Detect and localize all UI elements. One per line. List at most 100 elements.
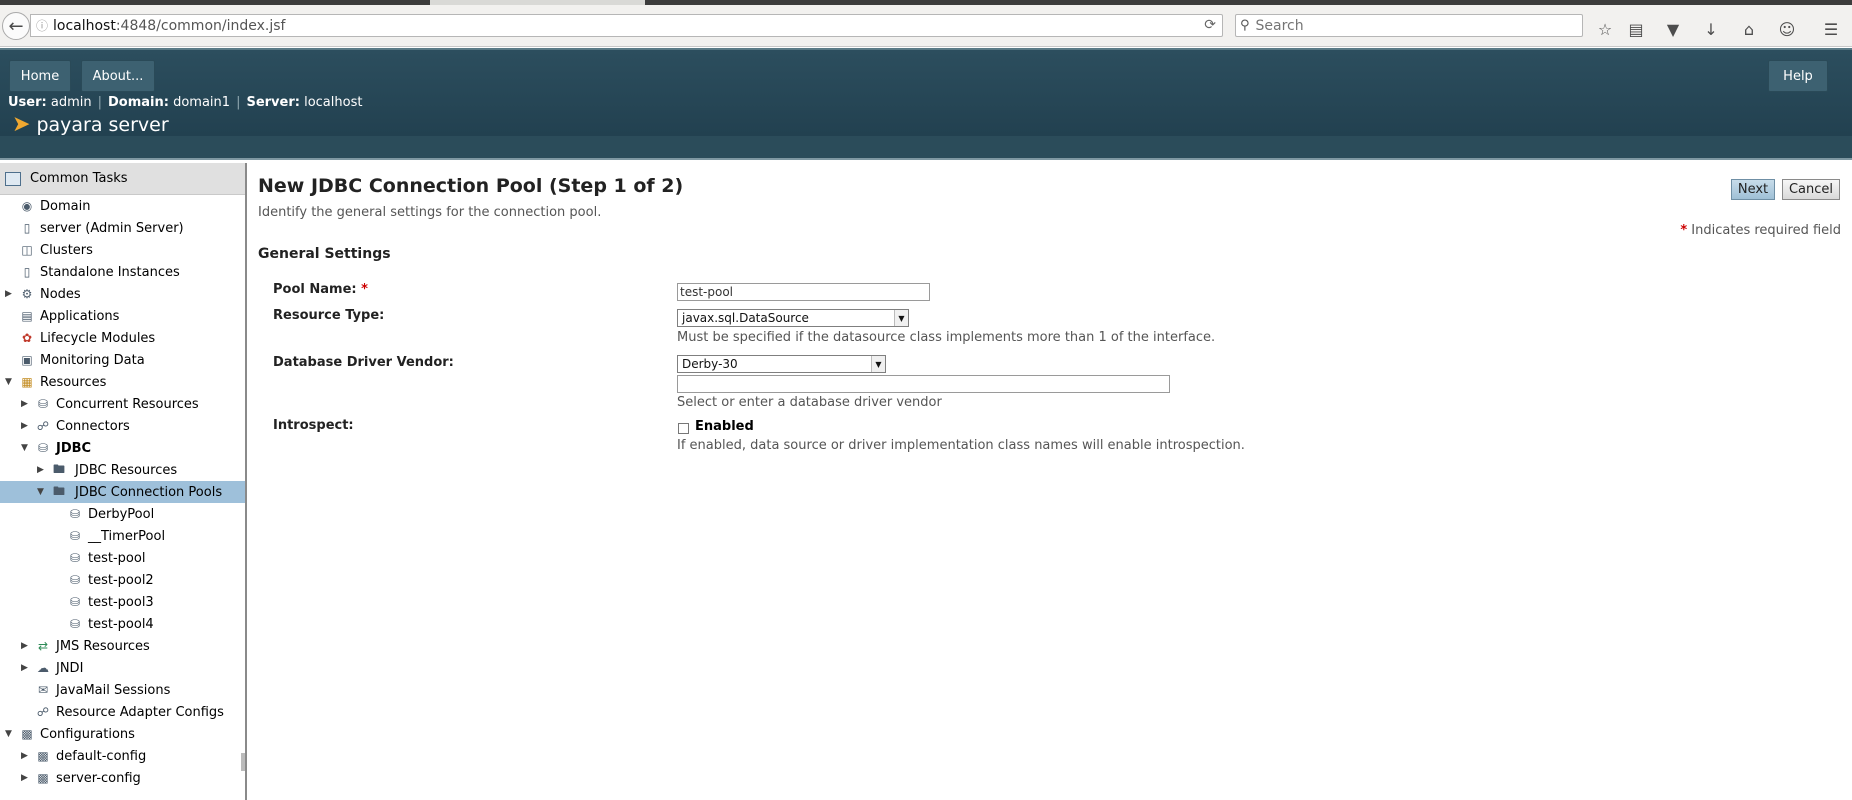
tree-item-jndi[interactable]: ▶ ☁ JNDI <box>0 657 245 679</box>
next-button[interactable]: Next <box>1731 179 1775 200</box>
tree-item-test-pool3[interactable]: ⛁ test-pool3 <box>0 591 245 613</box>
expand-toggle-icon[interactable]: ▶ <box>21 751 28 761</box>
tree-item-server-config[interactable]: ▶ ▩ server-config <box>0 767 245 789</box>
expand-toggle-icon[interactable]: ▶ <box>5 289 12 299</box>
window-icon: ▤ <box>21 309 33 323</box>
payara-fish-icon: ➤ <box>12 112 31 137</box>
tree-item-jdbc[interactable]: ▼ ⛁ JDBC <box>0 437 245 459</box>
tree-item-nodes[interactable]: ▶ ⚙ Nodes <box>0 283 245 305</box>
collapse-toggle-icon[interactable]: ▼ <box>21 443 28 453</box>
database-icon: ⛁ <box>37 397 49 411</box>
folder-icon: 🖿 <box>52 461 65 476</box>
cluster-icon: ◫ <box>21 243 33 257</box>
tree-item-domain[interactable]: ◉ Domain <box>0 195 245 217</box>
database-icon: ⛁ <box>69 551 81 565</box>
tree-item-connectors[interactable]: ▶ ☍ Connectors <box>0 415 245 437</box>
chevron-down-icon: ▼ <box>894 310 908 326</box>
database-driver-vendor-input[interactable] <box>677 375 1170 393</box>
browser-toolbar: ← ⓘ localhost:4848/common/index.jsf ⟳ ⚲ … <box>0 5 1852 47</box>
cancel-button[interactable]: Cancel <box>1782 179 1840 200</box>
expand-toggle-icon[interactable]: ▶ <box>21 663 28 673</box>
help-button[interactable]: Help <box>1768 60 1828 92</box>
tree-resize-handle[interactable] <box>241 753 245 771</box>
home-button[interactable]: Home <box>9 60 71 92</box>
expand-toggle-icon[interactable]: ▶ <box>21 641 28 651</box>
home-icon[interactable]: ⌂ <box>1738 19 1760 39</box>
site-info-icon[interactable]: ⓘ <box>31 17 53 34</box>
database-driver-vendor-select[interactable]: Derby-30 ▼ <box>677 355 886 373</box>
resources-icon: ▦ <box>21 375 33 389</box>
bookmark-star-icon[interactable]: ☆ <box>1594 19 1616 39</box>
tree-item-monitoring-data[interactable]: ▣ Monitoring Data <box>0 349 245 371</box>
tree-item-jdbc-resources[interactable]: ▶ 🖿 JDBC Resources <box>0 459 245 481</box>
pocket-icon[interactable]: ▼ <box>1662 19 1684 39</box>
reload-icon[interactable]: ⟳ <box>1204 17 1216 33</box>
database-driver-vendor-help: Select or enter a database driver vendor <box>677 395 942 410</box>
collapse-toggle-icon[interactable]: ▼ <box>37 487 44 497</box>
url-text: localhost:4848/common/index.jsf <box>53 17 286 34</box>
introspect-enabled-label[interactable]: Enabled <box>695 419 754 434</box>
expand-toggle-icon[interactable]: ▶ <box>37 465 44 475</box>
expand-toggle-icon[interactable]: ▶ <box>21 773 28 783</box>
tree-item-admin-server[interactable]: ▯ server (Admin Server) <box>0 217 245 239</box>
globe-icon: ◉ <box>21 199 33 213</box>
tree-item-resources[interactable]: ▼ ▦ Resources <box>0 371 245 393</box>
expand-toggle-icon[interactable]: ▶ <box>21 399 28 409</box>
download-icon[interactable]: ↓ <box>1700 19 1722 39</box>
database-icon: ⛁ <box>69 529 81 543</box>
database-icon: ⛁ <box>69 617 81 631</box>
payara-logo: ➤ payara server <box>12 112 169 137</box>
introspect-label: Introspect: <box>273 418 354 433</box>
tree-item-clusters[interactable]: ◫ Clusters <box>0 239 245 261</box>
tree-item-test-pool2[interactable]: ⛁ test-pool2 <box>0 569 245 591</box>
hamburger-menu-icon[interactable]: ☰ <box>1820 19 1842 39</box>
expand-toggle-icon[interactable]: ▶ <box>21 421 28 431</box>
tree-item-default-config[interactable]: ▶ ▩ default-config <box>0 745 245 767</box>
tree-item-test-pool4[interactable]: ⛁ test-pool4 <box>0 613 245 635</box>
search-bar[interactable]: ⚲ <box>1235 14 1583 37</box>
tree-item-resource-adapter-configs[interactable]: ☍ Resource Adapter Configs <box>0 701 245 723</box>
config-icon: ▩ <box>37 749 49 763</box>
tree-item-derbypool[interactable]: ⛁ DerbyPool <box>0 503 245 525</box>
database-icon: ⛁ <box>69 507 81 521</box>
back-button[interactable]: ← <box>2 12 30 40</box>
tree-item-applications[interactable]: ▤ Applications <box>0 305 245 327</box>
user-info-line: User: admin | Domain: domain1 | Server: loca… <box>8 95 363 110</box>
tree-item-standalone-instances[interactable]: ▯ Standalone Instances <box>0 261 245 283</box>
collapse-toggle-icon[interactable]: ▼ <box>5 729 12 739</box>
gears-icon: ✿ <box>21 331 33 345</box>
tree-item-jdbc-connection-pools[interactable]: ▼ 🖿 JDBC Connection Pools <box>0 481 245 503</box>
pool-name-label: Pool Name: * <box>273 282 368 297</box>
tree-item-configurations[interactable]: ▼ ▩ Configurations <box>0 723 245 745</box>
tree-item-lifecycle-modules[interactable]: ✿ Lifecycle Modules <box>0 327 245 349</box>
reading-list-icon[interactable]: ▤ <box>1625 19 1647 39</box>
folder-icon: 🖿 <box>52 483 65 498</box>
tree-item-test-pool[interactable]: ⛁ test-pool <box>0 547 245 569</box>
tree-item-javamail-sessions[interactable]: ✉ JavaMail Sessions <box>0 679 245 701</box>
collapse-toggle-icon[interactable]: ▼ <box>5 377 12 387</box>
resource-type-select[interactable]: javax.sql.DataSource ▼ <box>677 309 909 327</box>
tree-item-jms-resources[interactable]: ▶ ⇄ JMS Resources <box>0 635 245 657</box>
tree-item-timerpool[interactable]: ⛁ __TimerPool <box>0 525 245 547</box>
section-general-settings: General Settings <box>258 246 391 262</box>
database-icon: ⛁ <box>69 595 81 609</box>
pool-name-input[interactable] <box>677 283 930 301</box>
introspect-enabled-checkbox[interactable] <box>678 423 689 434</box>
nodes-icon: ⚙ <box>21 287 33 301</box>
monitor-icon: ▣ <box>21 353 33 367</box>
about-button[interactable]: About... <box>81 60 155 92</box>
database-icon: ⛁ <box>69 573 81 587</box>
masthead-bottom-bar <box>0 136 1852 160</box>
tree-item-concurrent-resources[interactable]: ▶ ⛁ Concurrent Resources <box>0 393 245 415</box>
jms-icon: ⇄ <box>37 639 49 653</box>
tree-header-common-tasks[interactable]: Common Tasks <box>0 163 245 195</box>
mail-icon: ✉ <box>37 683 49 697</box>
common-tasks-icon <box>5 171 21 186</box>
search-input[interactable] <box>1255 17 1556 34</box>
jndi-icon: ☁ <box>37 661 49 675</box>
url-bar[interactable]: ⓘ localhost:4848/common/index.jsf ⟳ <box>30 14 1223 37</box>
chat-icon[interactable]: ☺ <box>1776 19 1798 39</box>
resource-type-label: Resource Type: <box>273 308 385 323</box>
page-title: New JDBC Connection Pool (Step 1 of 2) <box>258 175 684 197</box>
resource-type-help: Must be specified if the datasource clas… <box>677 330 1216 345</box>
